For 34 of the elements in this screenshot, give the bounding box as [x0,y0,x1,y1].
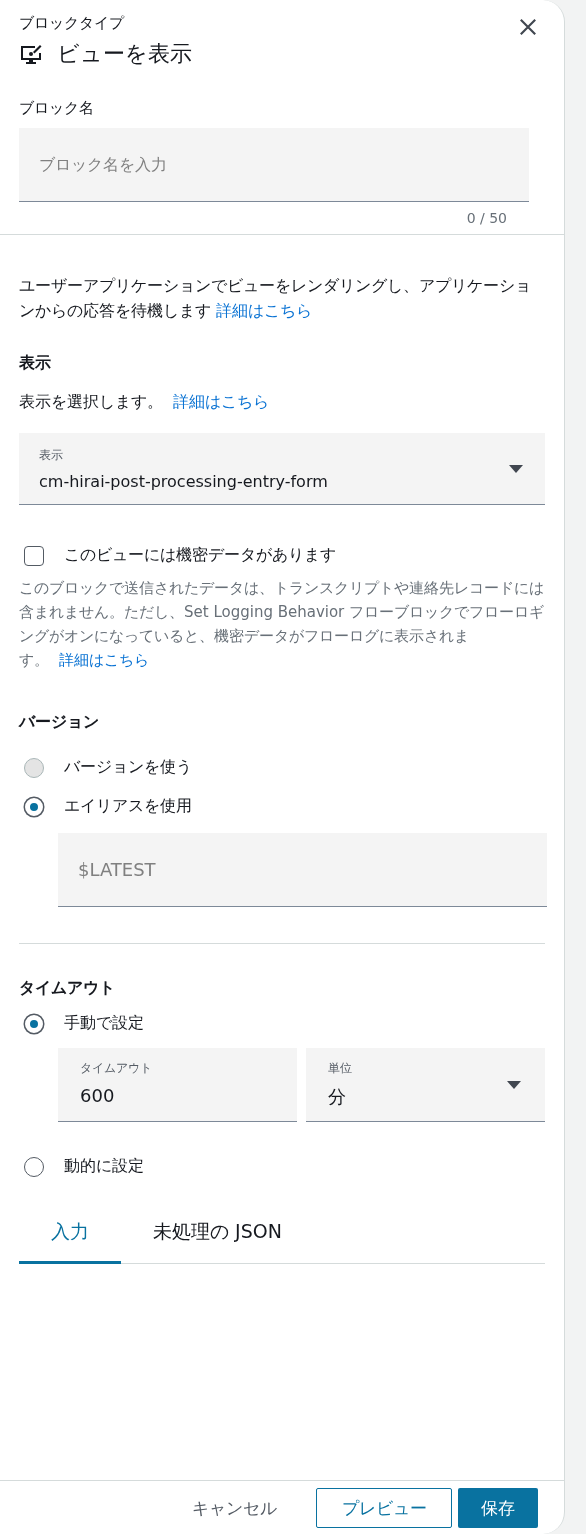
checkbox-label: このビューには機密データがあります [64,545,336,566]
caret-icon [507,1080,521,1089]
tab[interactable]: 入力 [19,1205,121,1264]
timeout-input[interactable]: タイムアウト 600 [58,1048,297,1122]
section-heading: バージョン [19,712,100,733]
close-icon[interactable] [519,18,537,36]
caret-icon [509,464,523,473]
block-name-input[interactable]: ブロック名を入力 [19,128,529,202]
preview-button[interactable]: プレビュー [316,1488,452,1528]
block-type-caption: ブロックタイプ [19,14,126,33]
learn-more-link[interactable]: 詳細はこちら [58,651,149,669]
sensitive-checkbox[interactable] [24,545,44,566]
section-heading: タイムアウト [19,978,116,999]
learn-more-link[interactable]: 詳細はこちら [173,392,270,411]
description-text: ユーザーアプリケーションでビューをレンダリングし、アプリケーションからの応答を待機します 詳細はこちら [19,275,532,322]
radio-label: バージョンを使う [64,757,192,778]
field-label: ブロック名 [19,99,95,118]
panel-title: ビューを表示 [57,40,192,68]
alias-input[interactable]: $LATEST [58,833,547,907]
tab[interactable]: 未処理の JSON [121,1205,314,1264]
learn-more-link[interactable]: 詳細はこちら [216,301,313,320]
monitor-brush-icon [19,43,43,65]
radio-label: 手動で設定 [64,1013,144,1034]
radio-button[interactable] [24,1156,44,1177]
help-text: このブロックで送信されたデータは、トランスクリプトや連絡先レコードには含まれません。ただし、Set Logging Behavior フローブロックでフローロギングがオンになっていると、機密データがフローログに表示されます。 詳細はこちら [19,578,545,671]
radio-label: エイリアスを使用 [64,796,192,817]
cancel-button[interactable]: キャンセル [171,1488,298,1528]
section-heading: 表示 [19,353,52,374]
unit-select[interactable]: 単位 分 [306,1048,545,1122]
view-select[interactable]: 表示 cm-hirai-post-processing-entry-form [19,433,545,505]
character-counter: 0 / 50 [465,210,507,226]
save-button[interactable]: 保存 [458,1488,538,1528]
display-hint: 表示を選択します。 詳細はこちら [19,392,271,413]
radio-label: 動的に設定 [64,1156,144,1177]
